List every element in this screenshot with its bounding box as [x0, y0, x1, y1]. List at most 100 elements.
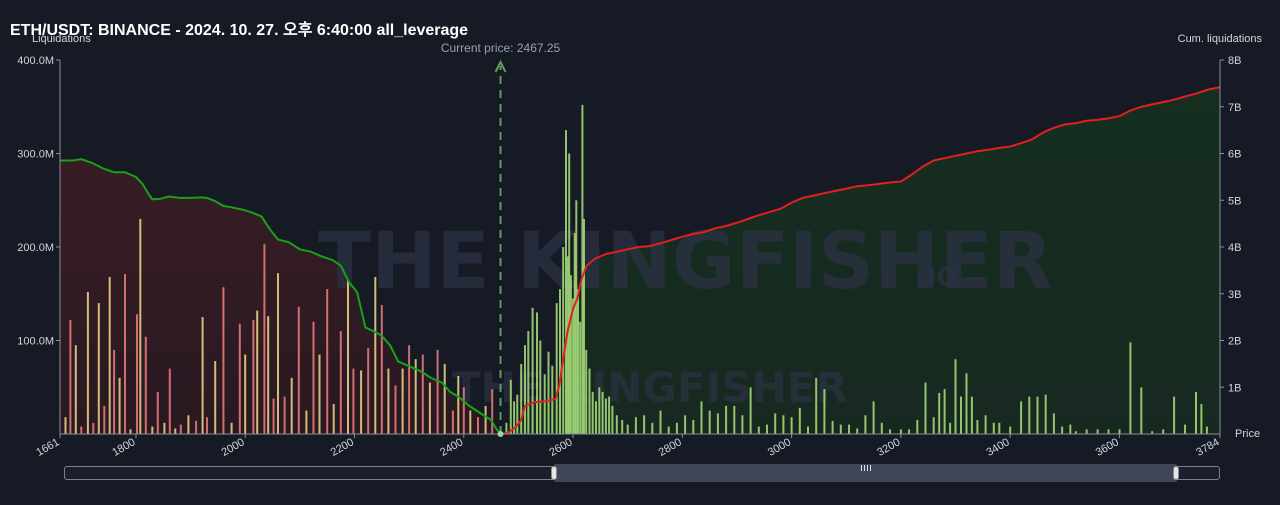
watermark-suffix: .IO [917, 263, 959, 293]
short-liquidation-bar [998, 422, 1001, 434]
x-tick-label: 2400 [438, 436, 465, 459]
y2-tick-label: 4B [1228, 242, 1241, 254]
short-liquidation-bar [583, 219, 585, 434]
short-liquidation-bar [608, 396, 611, 434]
short-liquidation-bar [547, 351, 550, 434]
short-liquidation-bar [976, 420, 979, 434]
short-liquidation-bar [716, 413, 719, 434]
short-liquidation-bar [848, 424, 850, 434]
y2-tick-label: 5B [1228, 195, 1241, 207]
long-liquidation-bar [290, 377, 293, 434]
short-liquidation-bar [798, 407, 801, 434]
short-liquidation-bar [823, 389, 826, 434]
long-liquidation-bar [367, 348, 370, 434]
short-liquidation-bar [524, 345, 526, 434]
y2-tick-label: 3B [1228, 289, 1241, 301]
short-liquidation-bar [1200, 404, 1203, 434]
short-liquidation-bar [651, 422, 654, 434]
y2-tick-label: 8B [1228, 55, 1241, 67]
short-liquidation-bar [626, 424, 629, 434]
long-liquidation-bar [462, 387, 465, 435]
long-liquidation-bar [195, 420, 198, 434]
long-liquidation-bar [305, 410, 308, 434]
short-liquidation-bar [992, 422, 995, 434]
short-liquidation-bar [774, 413, 777, 434]
long-liquidation-bar [222, 287, 225, 434]
long-liquidation-bar [256, 310, 259, 434]
short-liquidation-bar [1028, 396, 1031, 434]
long-liquidation-bar [443, 363, 446, 434]
long-liquidation-bar [277, 273, 279, 434]
liquidation-chart[interactable]: THE KINGFISHER .IO THE KINGFISHER 100.0M… [0, 0, 1280, 460]
short-liquidation-bar [938, 392, 941, 434]
long-liquidation-bar [80, 426, 83, 434]
long-liquidation-bar [136, 314, 138, 434]
short-liquidation-bar [595, 401, 597, 434]
short-liquidation-bar [1184, 424, 1186, 434]
short-liquidation-bar [1052, 413, 1055, 434]
short-liquidation-bar [1036, 396, 1039, 434]
long-liquidation-bar [332, 404, 335, 434]
long-liquidation-bar [139, 219, 142, 434]
long-liquidation-bar [318, 354, 321, 434]
long-liquidation-bar [174, 428, 177, 434]
long-liquidation-bar [168, 368, 171, 434]
short-liquidation-bar [954, 359, 957, 434]
short-liquidation-bar [1044, 394, 1047, 434]
long-liquidation-bar [380, 305, 383, 434]
y-tick-label: 300.0M [17, 149, 54, 161]
x-tick-label: 3200 [875, 436, 902, 459]
scrollbar-left-handle[interactable] [551, 466, 557, 480]
long-liquidation-bar [352, 368, 355, 434]
long-liquidation-bar [374, 276, 377, 434]
short-liquidation-bar [782, 415, 785, 434]
long-liquidation-bar [428, 382, 431, 434]
y-tick-label: 400.0M [17, 55, 54, 67]
long-liquidation-bar [401, 368, 404, 434]
short-liquidation-bar [604, 398, 607, 434]
y-tick-label: 200.0M [17, 242, 54, 254]
short-liquidation-bar [615, 415, 618, 434]
watermark-text: THE KINGFISHER [318, 217, 1053, 307]
short-liquidation-bar [960, 396, 962, 434]
long-liquidation-bar [283, 396, 286, 434]
short-liquidation-bar [634, 417, 637, 434]
short-liquidation-bar [856, 428, 859, 434]
y2-tick-label: 2B [1228, 336, 1241, 348]
long-liquidation-bar [151, 426, 154, 434]
short-liquidation-bar [611, 405, 614, 434]
short-liquidation-bar [708, 410, 711, 434]
scrollbar-thumb[interactable] [554, 464, 1177, 482]
long-liquidation-bar [129, 429, 132, 434]
short-liquidation-bar [509, 379, 512, 434]
short-liquidation-bar [562, 247, 565, 434]
long-liquidation-bar [297, 306, 300, 434]
y-tick-label: 100.0M [17, 336, 54, 348]
long-liquidation-bar [244, 354, 247, 434]
short-liquidation-bar [684, 415, 687, 434]
short-liquidation-bar [577, 289, 579, 434]
short-liquidation-bar [659, 410, 662, 434]
long-liquidation-bar [252, 319, 255, 434]
long-liquidation-bar [469, 410, 472, 434]
x-axis-title: Price [1235, 428, 1260, 440]
short-liquidation-bar [621, 420, 624, 434]
long-liquidation-bar [394, 385, 397, 434]
long-liquidation-bar [312, 321, 315, 434]
long-liquidation-bar [484, 405, 487, 434]
long-liquidation-bar [408, 345, 411, 434]
short-liquidation-bar [949, 422, 952, 434]
short-liquidation-bar [880, 422, 883, 434]
long-liquidation-bar [238, 323, 241, 434]
short-liquidation-bar [601, 391, 604, 434]
range-scrollbar[interactable] [64, 464, 1220, 482]
short-liquidation-bar [1205, 426, 1208, 434]
short-liquidation-bar [807, 426, 809, 434]
short-liquidation-bar [872, 401, 875, 434]
short-liquidation-bar [924, 382, 927, 434]
short-liquidation-bar [591, 391, 594, 434]
short-liquidation-bar [1061, 426, 1064, 434]
scrollbar-right-handle[interactable] [1173, 466, 1179, 480]
long-liquidation-bar [179, 424, 182, 434]
x-tick-label: 2000 [220, 436, 247, 459]
